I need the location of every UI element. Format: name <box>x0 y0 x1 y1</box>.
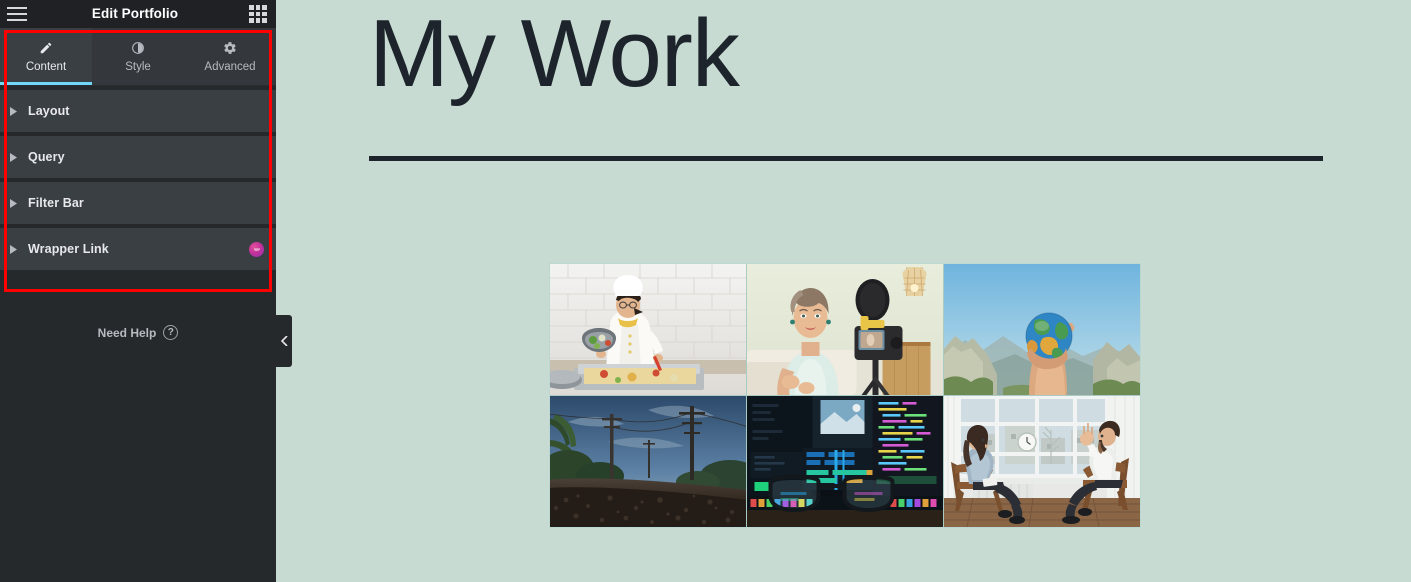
section-layout[interactable]: Layout <box>0 90 276 136</box>
tab-advanced[interactable]: Advanced <box>184 28 276 85</box>
section-layout-label: Layout <box>28 104 70 118</box>
chevron-right-icon <box>10 106 22 116</box>
chevron-right-icon <box>10 198 22 208</box>
tab-content-label: Content <box>25 61 67 73</box>
settings-sections: Layout Query Filter Bar Wrapper Link <box>0 86 276 274</box>
section-query-label: Query <box>28 150 65 164</box>
chevron-right-icon <box>10 152 22 162</box>
section-wrapper-link-label: Wrapper Link <box>28 242 109 256</box>
panel-empty-space <box>0 340 276 582</box>
panel-title: Edit Portfolio <box>91 6 179 21</box>
tab-advanced-label: Advanced <box>204 61 256 73</box>
heading-divider <box>369 156 1323 161</box>
panel-tabs: Content Style Advanced <box>0 28 276 86</box>
page-title: My Work <box>369 0 740 107</box>
section-query[interactable]: Query <box>0 136 276 182</box>
section-wrapper-link[interactable]: Wrapper Link <box>0 228 276 274</box>
question-mark-circle-icon: ? <box>163 325 179 340</box>
preview-canvas: My Work <box>276 0 1411 582</box>
portfolio-item-chef-plating-food[interactable] <box>550 264 746 395</box>
section-filter-bar-label: Filter Bar <box>28 196 84 210</box>
portfolio-item-video-editing-workstation[interactable] <box>747 396 943 527</box>
portfolio-grid <box>549 263 1141 528</box>
portfolio-item-two-people-interview[interactable] <box>944 396 1140 527</box>
panel-collapse-handle[interactable] <box>276 315 292 367</box>
need-help-button[interactable]: Need Help ? <box>0 325 276 340</box>
panel-header: Edit Portfolio <box>0 0 276 28</box>
pro-feature-badge[interactable] <box>249 241 264 257</box>
portfolio-item-roadside-power-lines[interactable] <box>550 396 746 527</box>
chevron-right-icon <box>10 244 22 254</box>
tab-style[interactable]: Style <box>92 28 184 85</box>
gear-icon <box>223 40 237 55</box>
pencil-icon <box>39 40 53 55</box>
portfolio-item-hand-holding-globe[interactable] <box>944 264 1140 395</box>
editor-panel: Edit Portfolio Content Style Advanced La… <box>0 0 276 582</box>
portfolio-item-vlogger-recording-camera[interactable] <box>747 264 943 395</box>
app-root: Edit Portfolio Content Style Advanced La… <box>0 0 1411 582</box>
tab-style-label: Style <box>125 61 151 73</box>
section-filter-bar[interactable]: Filter Bar <box>0 182 276 228</box>
tab-content[interactable]: Content <box>0 28 92 85</box>
contrast-icon <box>131 40 145 55</box>
apps-grid-icon[interactable] <box>249 5 267 23</box>
need-help-label: Need Help <box>97 325 157 340</box>
